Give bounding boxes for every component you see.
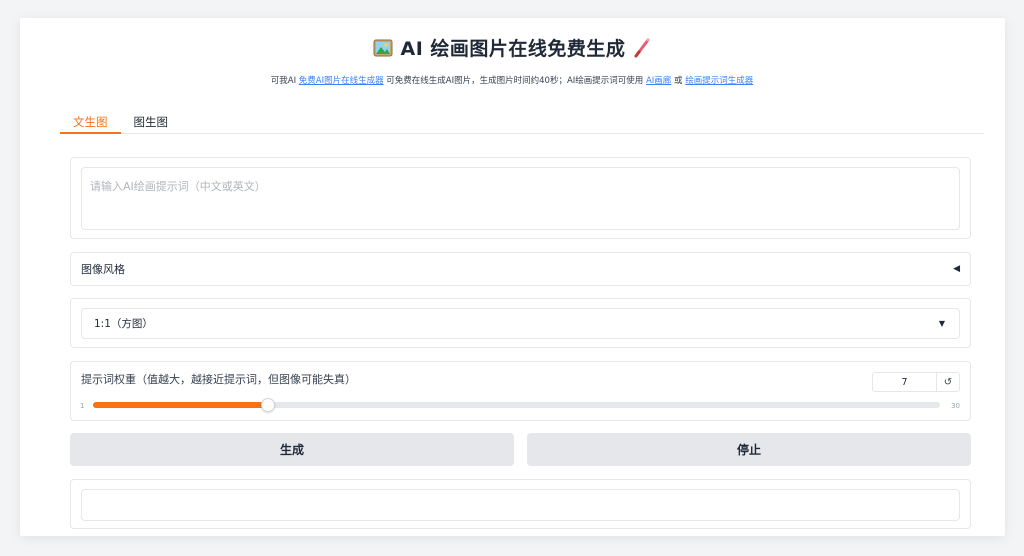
prompt-weight-number-input[interactable]: 7 ↺ xyxy=(872,372,960,392)
free-ai-generator-link[interactable]: 免费AI图片在线生成器 xyxy=(299,76,384,86)
slider-thumb[interactable] xyxy=(261,398,276,412)
prompt-input[interactable] xyxy=(81,167,960,230)
generate-button[interactable]: 生成 xyxy=(70,433,514,466)
mode-tabs: 文生图 图生图 xyxy=(60,110,984,134)
aspect-ratio-panel: 1:1（方图） ▼ xyxy=(70,298,971,348)
slider-max-label: 30 xyxy=(951,402,960,410)
aspect-ratio-value: 1:1（方图） xyxy=(94,318,153,330)
prompt-weight-slider[interactable] xyxy=(93,398,940,412)
caret-down-icon: ▼ xyxy=(938,319,945,328)
paintbrush-icon xyxy=(633,38,651,58)
slider-min-label: 1 xyxy=(80,402,85,410)
prompt-weight-label: 提示词权重（值越大，越接近提示词，但图像可能失真） xyxy=(81,373,356,386)
slider-fill xyxy=(93,402,269,408)
prompt-weight-panel: 提示词权重（值越大，越接近提示词，但图像可能失真） 7 ↺ 1 30 xyxy=(70,361,971,421)
triangle-left-icon: ◀ xyxy=(953,264,960,274)
image-style-accordion[interactable]: 图像风格 ◀ xyxy=(70,252,971,286)
reset-icon[interactable]: ↺ xyxy=(937,377,959,388)
picture-icon xyxy=(373,39,393,57)
aspect-ratio-select[interactable]: 1:1（方图） ▼ xyxy=(81,308,960,339)
output-panel xyxy=(70,479,971,529)
prompt-panel xyxy=(70,157,971,239)
subtitle: 可我AI 免费AI图片在线生成器 可免费在线生成AI图片，生成图片时间约40秒；… xyxy=(0,74,1024,86)
subtitle-middle: 可免费在线生成AI图片，生成图片时间约40秒；AI绘画提示词可使用 xyxy=(383,76,646,86)
stop-button[interactable]: 停止 xyxy=(527,433,971,466)
tab-image-to-image[interactable]: 图生图 xyxy=(121,110,182,133)
subtitle-or: 或 xyxy=(671,76,686,86)
image-style-label: 图像风格 xyxy=(81,263,125,276)
prompt-generator-link[interactable]: 绘画提示词生成器 xyxy=(685,76,753,86)
title-text: AI 绘画图片在线免费生成 xyxy=(400,38,626,60)
output-area xyxy=(81,489,960,521)
tab-text-to-image[interactable]: 文生图 xyxy=(60,110,121,134)
page-title: AI 绘画图片在线免费生成 xyxy=(0,34,1024,61)
prompt-weight-value[interactable]: 7 xyxy=(873,373,937,391)
subtitle-prefix: 可我AI xyxy=(270,76,299,86)
ai-gallery-link[interactable]: AI画廊 xyxy=(646,76,671,86)
